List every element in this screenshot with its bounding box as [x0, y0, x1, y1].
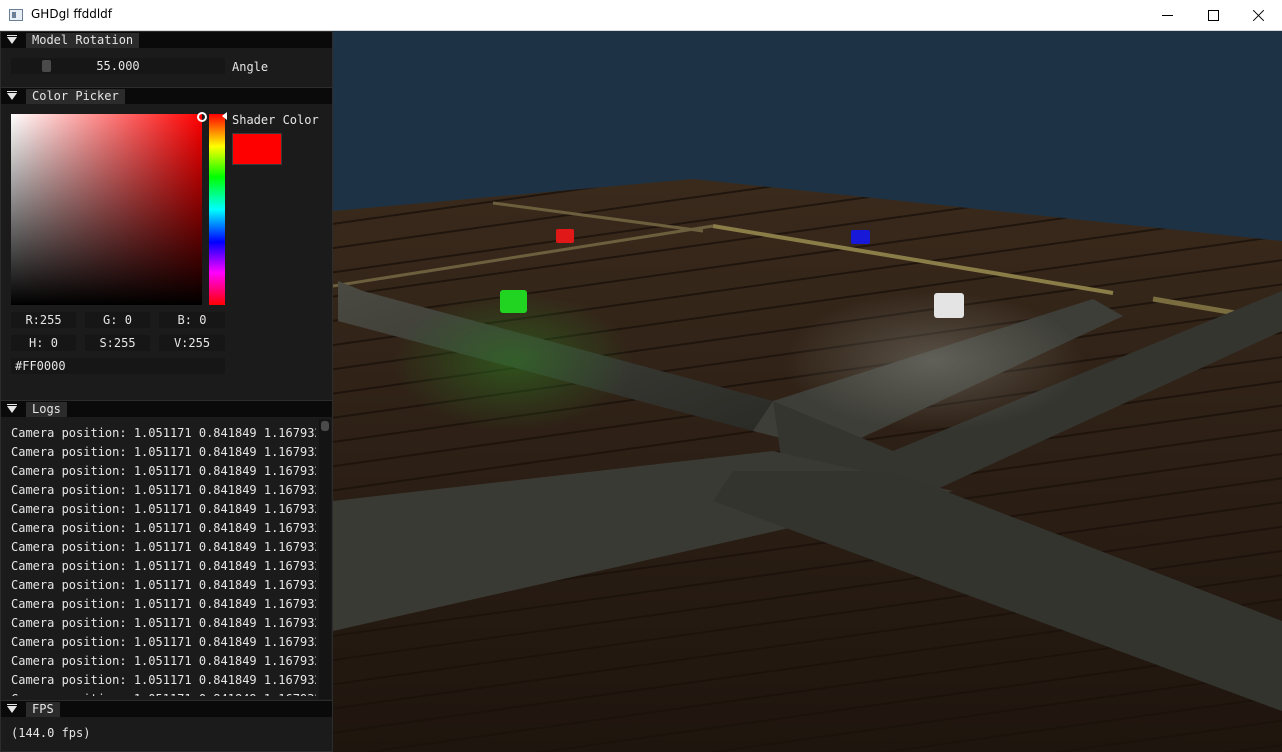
minimize-icon — [1161, 14, 1173, 16]
v-field[interactable]: V:255 — [159, 335, 225, 351]
model-rotation-panel: Model Rotation 55.000 Angle — [0, 31, 333, 88]
green-light-cube — [500, 290, 527, 313]
window-title: GHDgl ffddldf — [31, 7, 113, 21]
log-line: Camera position: 1.051171 0.841849 1.167… — [11, 578, 316, 592]
scene-render — [333, 179, 1282, 752]
log-line: Camera position: 1.051171 0.841849 1.167… — [11, 616, 316, 630]
tab-color-picker[interactable]: Color Picker — [26, 89, 125, 104]
tab-logs[interactable]: Logs — [26, 402, 67, 417]
white-light-cube — [934, 293, 964, 318]
log-line: Camera position: 1.051171 0.841849 1.167… — [11, 502, 316, 516]
g-field[interactable]: G: 0 — [85, 312, 150, 328]
logs-scrollbar[interactable] — [319, 419, 331, 699]
blue-light-cube — [851, 230, 870, 244]
maximize-icon — [1207, 9, 1219, 21]
log-line: Camera position: 1.051171 0.841849 1.167… — [11, 540, 316, 554]
panel-header: Model Rotation — [1, 32, 332, 48]
hue-arrow-icon[interactable] — [222, 112, 227, 120]
hex-field[interactable]: #FF0000 — [11, 358, 225, 374]
log-line: Camera position: 1.051171 0.841849 1.167… — [11, 654, 316, 668]
color-swatch[interactable] — [232, 133, 282, 165]
log-line: Camera position: 1.051171 0.841849 1.167… — [11, 521, 316, 535]
log-line: Camera position: 1.051171 0.841849 1.167… — [11, 483, 316, 497]
3d-viewport[interactable] — [333, 31, 1282, 752]
log-line: Camera position: 1.051171 0.841849 1.167… — [11, 559, 316, 573]
angle-slider-value: 55.000 — [96, 59, 140, 73]
collapse-arrow-icon[interactable] — [7, 404, 17, 413]
minimize-button[interactable] — [1144, 0, 1190, 30]
close-icon — [1253, 9, 1265, 21]
window-title-bar: GHDgl ffddldf — [0, 0, 1282, 31]
shader-color-label: Shader Color — [232, 113, 319, 127]
log-line: Camera position: 1.051171 0.841849 1.167… — [11, 464, 316, 478]
s-field[interactable]: S:255 — [85, 335, 150, 351]
b-field[interactable]: B: 0 — [159, 312, 225, 328]
log-line: Camera position: 1.051171 0.841849 1.167… — [11, 690, 316, 696]
collapse-arrow-icon[interactable] — [7, 35, 17, 44]
log-line: Camera position: 1.051171 0.841849 1.167… — [11, 445, 316, 459]
angle-slider[interactable]: 55.000 — [11, 58, 225, 74]
red-light-cube — [556, 229, 574, 243]
logs-list: Camera position: 1.051171 0.841849 1.167… — [11, 424, 316, 696]
log-line: Camera position: 1.051171 0.841849 1.167… — [11, 426, 316, 440]
h-field[interactable]: H: 0 — [11, 335, 76, 351]
tab-fps[interactable]: FPS — [26, 702, 60, 717]
tab-model-rotation[interactable]: Model Rotation — [26, 33, 140, 48]
app-icon — [9, 9, 23, 21]
panel-header: FPS — [1, 701, 332, 717]
color-picker-panel: Color Picker Shader Color R:255 G: 0 B: … — [0, 87, 333, 401]
sv-cursor[interactable] — [197, 112, 207, 122]
scrollbar-thumb[interactable] — [321, 421, 329, 431]
r-field[interactable]: R:255 — [11, 312, 76, 328]
fps-readout: (144.0 fps) — [11, 726, 91, 740]
collapse-arrow-icon[interactable] — [7, 704, 17, 713]
collapse-arrow-icon[interactable] — [7, 91, 17, 100]
saturation-value-square[interactable] — [11, 114, 202, 305]
angle-label: Angle — [232, 60, 269, 74]
log-line: Camera position: 1.051171 0.841849 1.167… — [11, 673, 316, 687]
log-line: Camera position: 1.051171 0.841849 1.167… — [11, 635, 316, 649]
logs-panel: Logs Camera position: 1.051171 0.841849 … — [0, 400, 333, 701]
fps-panel: FPS (144.0 fps) — [0, 700, 333, 752]
panel-header: Logs — [1, 401, 332, 417]
white-light-glow — [783, 291, 1083, 431]
log-line: Camera position: 1.051171 0.841849 1.167… — [11, 597, 316, 611]
maximize-button[interactable] — [1190, 0, 1236, 30]
panel-header: Color Picker — [1, 88, 332, 104]
close-button[interactable] — [1236, 0, 1282, 30]
hue-bar[interactable] — [209, 114, 225, 305]
